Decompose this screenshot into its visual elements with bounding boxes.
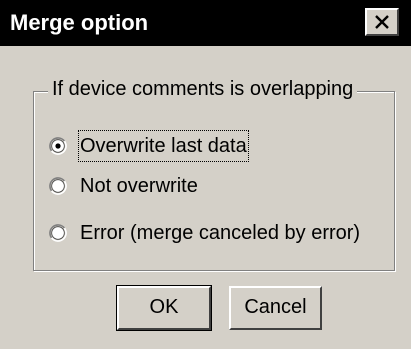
radio-selected-icon[interactable]	[49, 137, 67, 155]
radio-error-merge-canceled[interactable]: Error (merge canceled by error)	[49, 218, 360, 248]
dialog-title: Merge option	[10, 10, 149, 35]
merge-option-dialog: Merge option If device comments is overl…	[0, 0, 411, 349]
close-icon	[375, 15, 389, 29]
title-bar: Merge option	[0, 0, 411, 46]
cancel-button[interactable]: Cancel	[229, 286, 322, 330]
radio-overwrite-last-data[interactable]: Overwrite last data	[49, 130, 249, 162]
radio-label: Error (merge canceled by error)	[80, 222, 361, 244]
radio-not-overwrite[interactable]: Not overwrite	[49, 171, 198, 201]
radio-label: Not overwrite	[80, 175, 198, 197]
radio-unselected-icon[interactable]	[49, 224, 67, 242]
groupbox-label: If device comments is overlapping	[48, 75, 358, 103]
radio-label: Overwrite last data	[78, 130, 249, 162]
radio-unselected-icon[interactable]	[49, 177, 67, 195]
ok-button[interactable]: OK	[116, 285, 212, 331]
close-button[interactable]	[365, 8, 399, 36]
